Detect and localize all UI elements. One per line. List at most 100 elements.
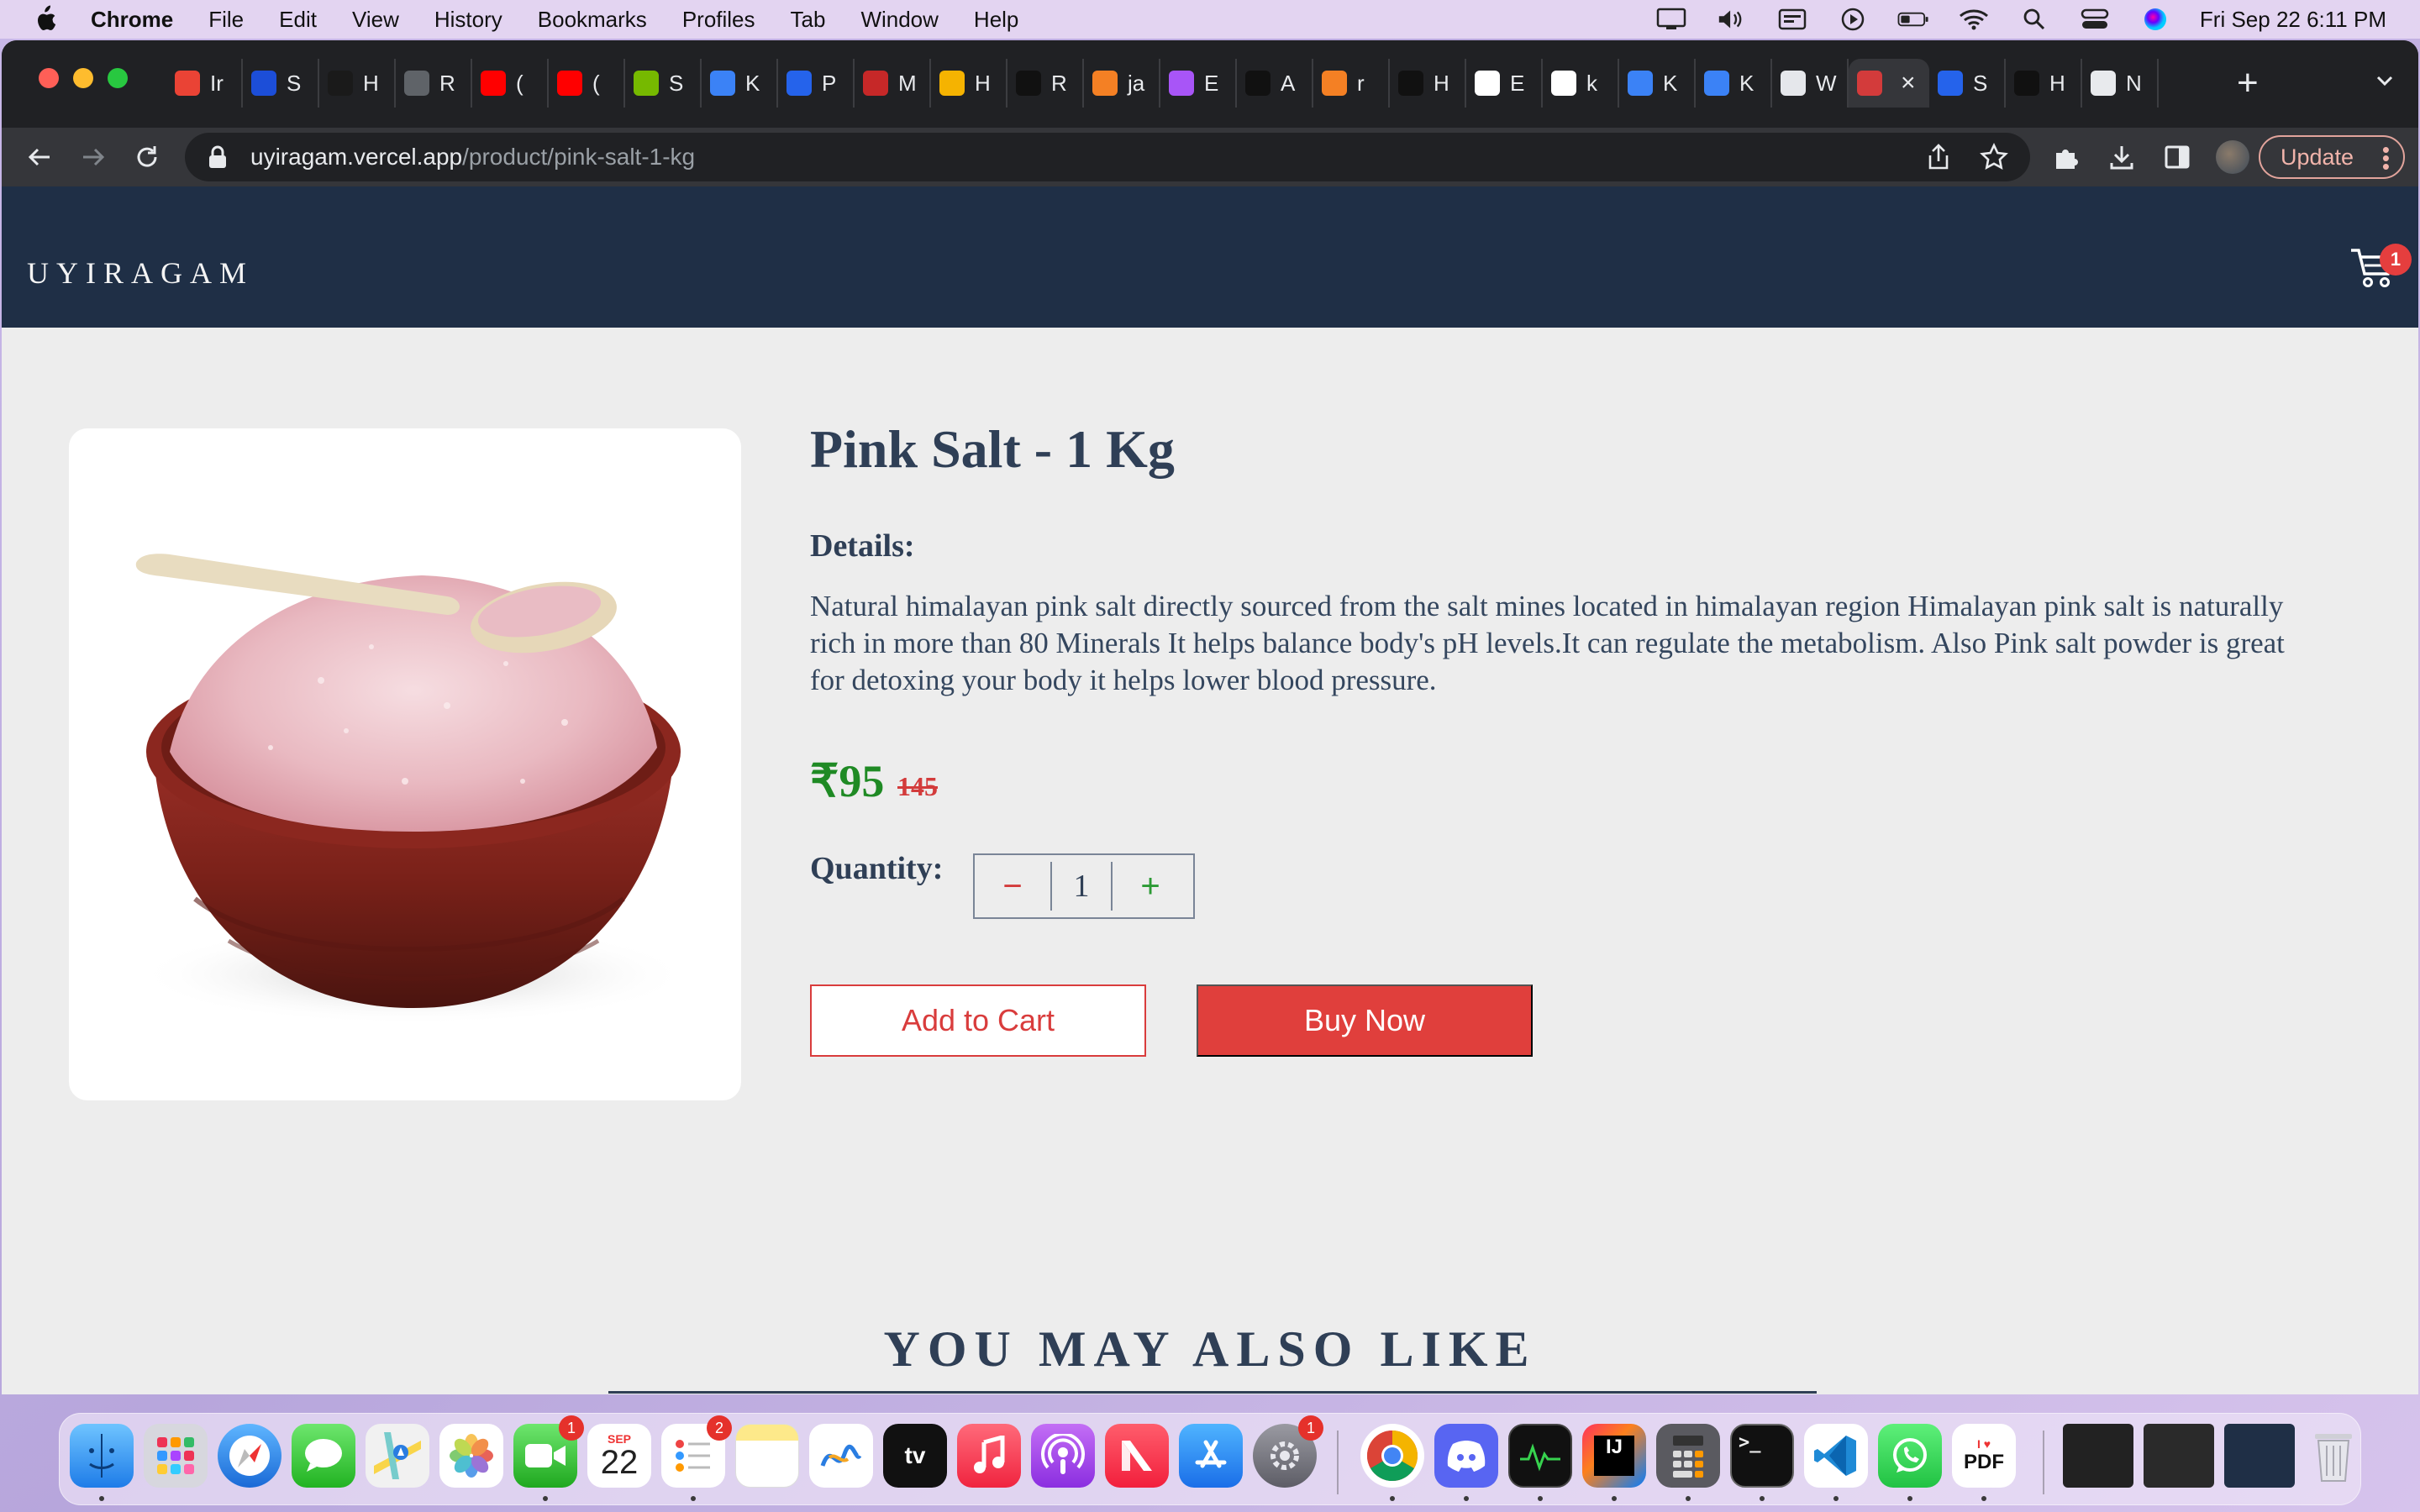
browser-tab[interactable]: H bbox=[319, 59, 396, 108]
browser-tab[interactable]: H bbox=[1390, 59, 1466, 108]
download-icon[interactable] bbox=[2104, 139, 2139, 175]
menu-help[interactable]: Help bbox=[974, 7, 1018, 33]
close-tab-icon[interactable]: × bbox=[1901, 69, 1916, 97]
minimized-window-thumbnail[interactable] bbox=[2224, 1424, 2295, 1488]
browser-tab[interactable]: H bbox=[2006, 59, 2082, 108]
browser-tab[interactable]: P bbox=[778, 59, 855, 108]
freeform-icon[interactable] bbox=[809, 1424, 873, 1488]
menu-edit[interactable]: Edit bbox=[279, 7, 317, 33]
siri-icon[interactable] bbox=[2139, 8, 2171, 31]
browser-tab[interactable]: W bbox=[1772, 59, 1849, 108]
browser-tab[interactable]: K bbox=[1696, 59, 1772, 108]
vscode-icon[interactable] bbox=[1804, 1424, 1868, 1488]
share-icon[interactable] bbox=[1923, 141, 1954, 173]
volume-icon[interactable] bbox=[1716, 8, 1748, 31]
discord-icon[interactable] bbox=[1434, 1424, 1498, 1488]
site-logo[interactable]: UYIRAGAM bbox=[27, 255, 254, 291]
minimize-window-button[interactable] bbox=[73, 68, 93, 88]
browser-tab[interactable]: S bbox=[1929, 59, 2006, 108]
menu-view[interactable]: View bbox=[352, 7, 399, 33]
back-arrow-icon[interactable] bbox=[22, 139, 57, 175]
menu-profiles[interactable]: Profiles bbox=[682, 7, 755, 33]
music-icon[interactable] bbox=[957, 1424, 1021, 1488]
browser-tab[interactable]: Ir bbox=[166, 59, 243, 108]
browser-tab[interactable]: S bbox=[243, 59, 319, 108]
forward-arrow-icon[interactable] bbox=[76, 139, 111, 175]
browser-tab[interactable]: S bbox=[625, 59, 702, 108]
play-circle-icon[interactable] bbox=[1837, 8, 1869, 31]
lock-icon[interactable] bbox=[207, 144, 229, 170]
close-window-button[interactable] bbox=[39, 68, 59, 88]
launchpad-icon[interactable] bbox=[144, 1424, 208, 1488]
quantity-value[interactable]: 1 bbox=[1050, 862, 1113, 911]
reload-icon[interactable] bbox=[129, 139, 165, 175]
menu-file[interactable]: File bbox=[208, 7, 244, 33]
address-bar[interactable]: uyiragam.vercel.app /product/pink-salt-1… bbox=[185, 133, 2030, 181]
browser-tab[interactable]: ( bbox=[472, 59, 549, 108]
buy-now-button[interactable]: Buy Now bbox=[1197, 984, 1533, 1057]
intellij-idea-icon[interactable]: IJ bbox=[1582, 1424, 1646, 1488]
apple-tv-icon[interactable]: tv bbox=[883, 1424, 947, 1488]
app-store-icon[interactable] bbox=[1179, 1424, 1243, 1488]
browser-tab[interactable]: E bbox=[1466, 59, 1543, 108]
browser-tab[interactable]: K bbox=[1619, 59, 1696, 108]
update-button[interactable]: Update • • • bbox=[2259, 135, 2405, 179]
terminal-icon[interactable]: >_ bbox=[1730, 1424, 1794, 1488]
menu-tab[interactable]: Tab bbox=[791, 7, 826, 33]
add-to-cart-button[interactable]: Add to Cart bbox=[810, 984, 1146, 1057]
podcasts-icon[interactable] bbox=[1031, 1424, 1095, 1488]
safari-icon[interactable] bbox=[218, 1424, 281, 1488]
fullscreen-window-button[interactable] bbox=[108, 68, 128, 88]
finder-icon[interactable] bbox=[70, 1424, 134, 1488]
notes-icon[interactable] bbox=[735, 1424, 799, 1488]
minimized-window-thumbnail[interactable] bbox=[2063, 1424, 2133, 1488]
browser-tab[interactable]: R bbox=[1007, 59, 1084, 108]
tab-active[interactable]: × bbox=[1849, 59, 1929, 108]
browser-tab[interactable]: k bbox=[1543, 59, 1619, 108]
extensions-puzzle-icon[interactable] bbox=[2049, 139, 2084, 175]
display-icon[interactable] bbox=[1655, 8, 1687, 31]
news-icon[interactable] bbox=[1105, 1424, 1169, 1488]
menu-app-name[interactable]: Chrome bbox=[91, 7, 173, 33]
bookmark-star-icon[interactable] bbox=[1978, 141, 2010, 173]
maps-icon[interactable] bbox=[366, 1424, 429, 1488]
browser-tab[interactable]: A bbox=[1237, 59, 1313, 108]
browser-tab[interactable]: K bbox=[702, 59, 778, 108]
browser-tab[interactable]: M bbox=[855, 59, 931, 108]
increase-quantity-button[interactable]: + bbox=[1113, 855, 1188, 917]
menu-history[interactable]: History bbox=[434, 7, 502, 33]
tab-search-chevron-icon[interactable] bbox=[2370, 66, 2400, 96]
decrease-quantity-button[interactable]: − bbox=[975, 855, 1050, 917]
reminders-badge: 2 bbox=[707, 1415, 732, 1441]
activity-monitor-icon[interactable] bbox=[1508, 1424, 1572, 1488]
ilovepdf-icon[interactable]: I ♥ PDF bbox=[1952, 1424, 2016, 1488]
more-menu-icon[interactable]: • • • bbox=[2382, 139, 2390, 177]
whatsapp-icon[interactable] bbox=[1878, 1424, 1942, 1488]
menubar-clock[interactable]: Fri Sep 22 6:11 PM bbox=[2200, 7, 2386, 33]
calculator-icon[interactable] bbox=[1656, 1424, 1720, 1488]
calendar-icon[interactable]: SEP 22 bbox=[587, 1424, 651, 1488]
wifi-icon[interactable] bbox=[1958, 8, 1990, 31]
browser-tab[interactable]: ( bbox=[549, 59, 625, 108]
chrome-icon[interactable] bbox=[1360, 1424, 1424, 1488]
minimized-window-thumbnail[interactable] bbox=[2144, 1424, 2214, 1488]
apple-icon[interactable] bbox=[32, 5, 57, 34]
side-panel-icon[interactable] bbox=[2160, 139, 2195, 175]
profile-avatar[interactable] bbox=[2215, 139, 2250, 175]
new-tab-button[interactable]: + bbox=[2237, 62, 2259, 104]
control-center-icon[interactable] bbox=[2079, 8, 2111, 31]
battery-icon[interactable] bbox=[1897, 8, 1929, 31]
browser-tab[interactable]: R bbox=[396, 59, 472, 108]
trash-icon[interactable] bbox=[2302, 1424, 2365, 1488]
menu-window[interactable]: Window bbox=[860, 7, 938, 33]
spotlight-search-icon[interactable] bbox=[2018, 8, 2050, 31]
keyboard-icon[interactable] bbox=[1776, 8, 1808, 31]
browser-tab[interactable]: ja bbox=[1084, 59, 1160, 108]
browser-tab[interactable]: E bbox=[1160, 59, 1237, 108]
photos-icon[interactable] bbox=[439, 1424, 503, 1488]
menu-bookmarks[interactable]: Bookmarks bbox=[538, 7, 647, 33]
messages-icon[interactable] bbox=[292, 1424, 355, 1488]
browser-tab[interactable]: N bbox=[2082, 59, 2159, 108]
browser-tab[interactable]: H bbox=[931, 59, 1007, 108]
browser-tab[interactable]: r bbox=[1313, 59, 1390, 108]
